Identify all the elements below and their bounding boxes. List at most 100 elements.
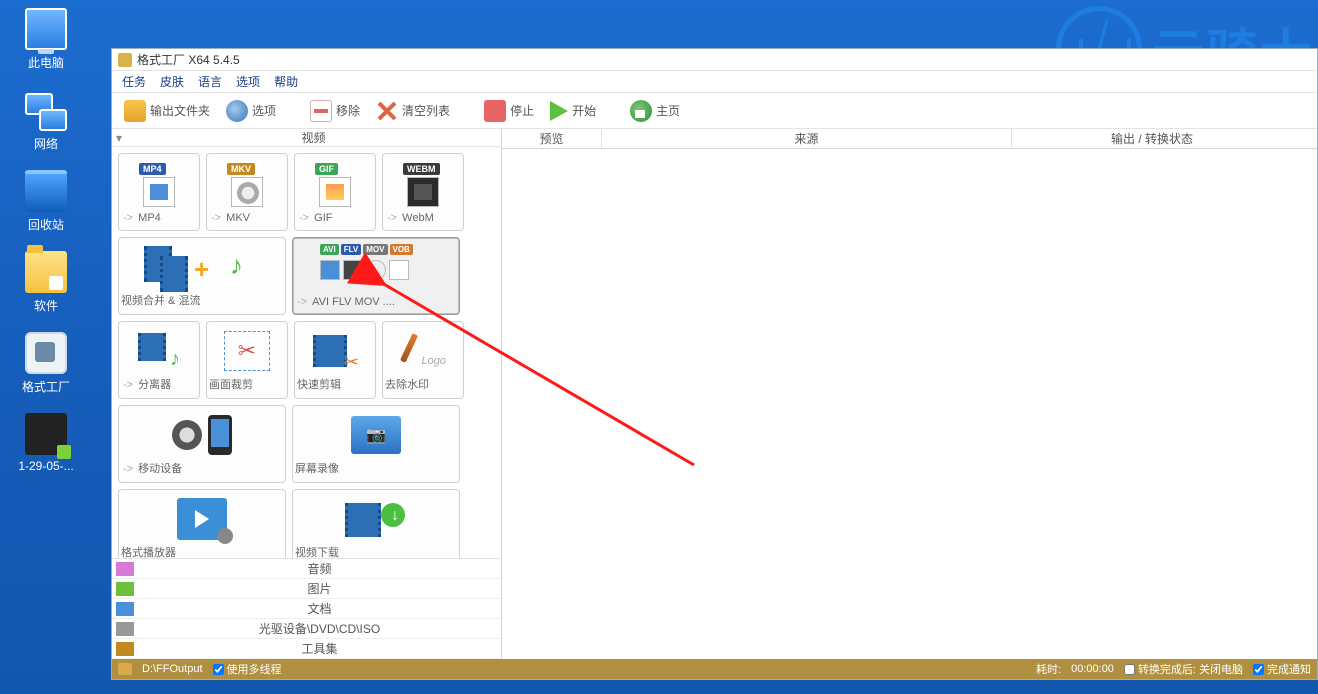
tile-mp4[interactable]: MP4-> MP4 — [118, 153, 200, 231]
category-label: 工具集 — [138, 640, 501, 657]
category-音频[interactable]: 音频 — [112, 559, 501, 579]
tile-mkv[interactable]: MKV-> MKV — [206, 153, 288, 231]
webm-icon: WEBM — [385, 158, 461, 212]
stop-label: 停止 — [510, 102, 534, 119]
desktop-icon-网络[interactable]: 网络 — [6, 89, 86, 152]
desktop-icon-此电脑[interactable]: 此电脑 — [6, 8, 86, 71]
tile-logo[interactable]: Logo去除水印 — [382, 321, 464, 399]
tile-label: 去除水印 — [385, 376, 461, 392]
desktop-icon-回收站[interactable]: 回收站 — [6, 170, 86, 233]
desktop-icon-label: 回收站 — [6, 216, 86, 233]
section-video-label: 视频 — [126, 129, 501, 146]
gif-icon: GIF — [297, 158, 373, 212]
desktop-icon-label: 格式工厂 — [6, 378, 86, 395]
format-grid: MP4-> MP4MKV-> MKVGIF-> GIFWEBM-> WebM +♪… — [112, 147, 501, 558]
col-预览[interactable]: 预览 — [502, 129, 602, 148]
options-button[interactable]: 选项 — [220, 97, 282, 125]
collapse-icon[interactable]: ▾ — [112, 131, 126, 145]
clear-list-button[interactable]: 清空列表 — [370, 97, 456, 125]
menu-bar: 任务皮肤语言选项帮助 — [112, 71, 1317, 93]
menu-语言[interactable]: 语言 — [198, 73, 222, 90]
multithread-label: 使用多线程 — [227, 661, 282, 677]
category-list: 音频图片文档光驱设备\DVD\CD\ISO 工具集 — [112, 558, 501, 659]
tile-screen[interactable]: 屏幕录像 — [292, 405, 460, 483]
notify-input[interactable] — [1253, 664, 1264, 675]
remove-icon — [310, 100, 332, 122]
category-图片[interactable]: 图片 — [112, 579, 501, 599]
app-icon — [118, 53, 132, 67]
folder-icon — [118, 663, 132, 675]
tile-fast[interactable]: 快速剪辑 — [294, 321, 376, 399]
multithread-input[interactable] — [213, 664, 224, 675]
column-header: 预览来源输出 / 转换状态 — [502, 129, 1317, 149]
tile-crop[interactable]: 画面裁剪 — [206, 321, 288, 399]
right-panel: 预览来源输出 / 转换状态 — [502, 129, 1317, 659]
twopc-icon — [25, 89, 67, 131]
output-folder-button[interactable]: 输出文件夹 — [118, 97, 216, 125]
menu-选项[interactable]: 选项 — [236, 73, 260, 90]
download-icon: ↓ — [295, 494, 457, 544]
after-label: 转换完成后: — [1138, 661, 1196, 677]
crop-icon — [209, 326, 285, 376]
menu-皮肤[interactable]: 皮肤 — [160, 73, 184, 90]
output-folder-label: 输出文件夹 — [150, 102, 210, 119]
tile-label: 屏幕录像 — [295, 460, 457, 476]
menu-帮助[interactable]: 帮助 — [274, 73, 298, 90]
desktop-icon-label: 网络 — [6, 135, 86, 152]
tile-sep[interactable]: -> 分离器 — [118, 321, 200, 399]
fast-icon — [297, 326, 373, 376]
tile-webm[interactable]: WEBM-> WebM — [382, 153, 464, 231]
category-icon — [116, 582, 134, 596]
clear-icon — [376, 100, 398, 122]
category-工具集[interactable]: 工具集 — [112, 639, 501, 659]
merge-icon: +♪ — [121, 242, 283, 292]
category-label: 图片 — [138, 580, 501, 597]
tile-download[interactable]: ↓视频下载 — [292, 489, 460, 558]
desktop-icon-1-29-05-...[interactable]: 1-29-05-... — [6, 413, 86, 473]
tile-mobile[interactable]: -> 移动设备 — [118, 405, 286, 483]
bin-icon — [25, 170, 67, 212]
home-button[interactable]: 主页 — [624, 97, 686, 125]
screen-icon — [295, 410, 457, 460]
tile-merge[interactable]: +♪视频合并 & 混流 — [118, 237, 286, 315]
output-path[interactable]: D:\FFOutput — [142, 663, 203, 675]
category-label: 光驱设备\DVD\CD\ISO — [138, 620, 501, 637]
desktop-icons: 此电脑网络回收站软件格式工厂 1-29-05-... — [6, 8, 96, 473]
category-icon — [116, 562, 134, 576]
col-来源[interactable]: 来源 — [602, 129, 1012, 148]
after-convert-checkbox[interactable]: 转换完成后: 关闭电脑 — [1124, 661, 1243, 677]
category-光驱设备\DVD\CD\ISO[interactable]: 光驱设备\DVD\CD\ISO — [112, 619, 501, 639]
multithread-checkbox[interactable]: 使用多线程 — [213, 661, 282, 677]
category-icon — [116, 642, 134, 656]
mkv-icon: MKV — [209, 158, 285, 212]
folder soft-icon — [25, 251, 67, 293]
tile-gif[interactable]: GIF-> GIF — [294, 153, 376, 231]
notify-checkbox[interactable]: 完成通知 — [1253, 661, 1311, 677]
category-icon — [116, 602, 134, 616]
menu-任务[interactable]: 任务 — [122, 73, 146, 90]
category-文档[interactable]: 文档 — [112, 599, 501, 619]
desktop-icon-软件[interactable]: 软件 — [6, 251, 86, 314]
notify-label: 完成通知 — [1267, 661, 1311, 677]
status-bar: D:\FFOutput 使用多线程 耗时: 00:00:00 转换完成后: 关闭… — [112, 659, 1317, 679]
start-button[interactable]: 开始 — [544, 98, 602, 124]
col-输出 / 转换状态[interactable]: 输出 / 转换状态 — [1012, 129, 1292, 148]
tile-label: -> MP4 — [121, 212, 197, 224]
stop-icon — [484, 100, 506, 122]
section-header-video[interactable]: ▾ 视频 — [112, 129, 501, 147]
tile-player[interactable]: 格式播放器 — [118, 489, 286, 558]
toolbar: 输出文件夹 选项 移除 清空列表 停止 开始 主页 — [112, 93, 1317, 129]
desktop-icon-格式工厂[interactable]: 格式工厂 — [6, 332, 86, 395]
monitor-icon — [25, 8, 67, 50]
remove-button[interactable]: 移除 — [304, 97, 366, 125]
sep-icon — [121, 326, 197, 376]
desktop-icon-label: 软件 — [6, 297, 86, 314]
after-input[interactable] — [1124, 664, 1135, 675]
left-panel: ▾ 视频 MP4-> MP4MKV-> MKVGIF-> GIFWEBM-> W… — [112, 129, 502, 659]
category-icon — [116, 622, 134, 636]
stop-button[interactable]: 停止 — [478, 97, 540, 125]
tile-label: -> 移动设备 — [121, 460, 283, 476]
options-icon — [226, 100, 248, 122]
tile-multi[interactable]: AVIFLVMOVVOB-> AVI FLV MOV .... — [292, 237, 460, 315]
category-label: 音频 — [138, 560, 501, 577]
